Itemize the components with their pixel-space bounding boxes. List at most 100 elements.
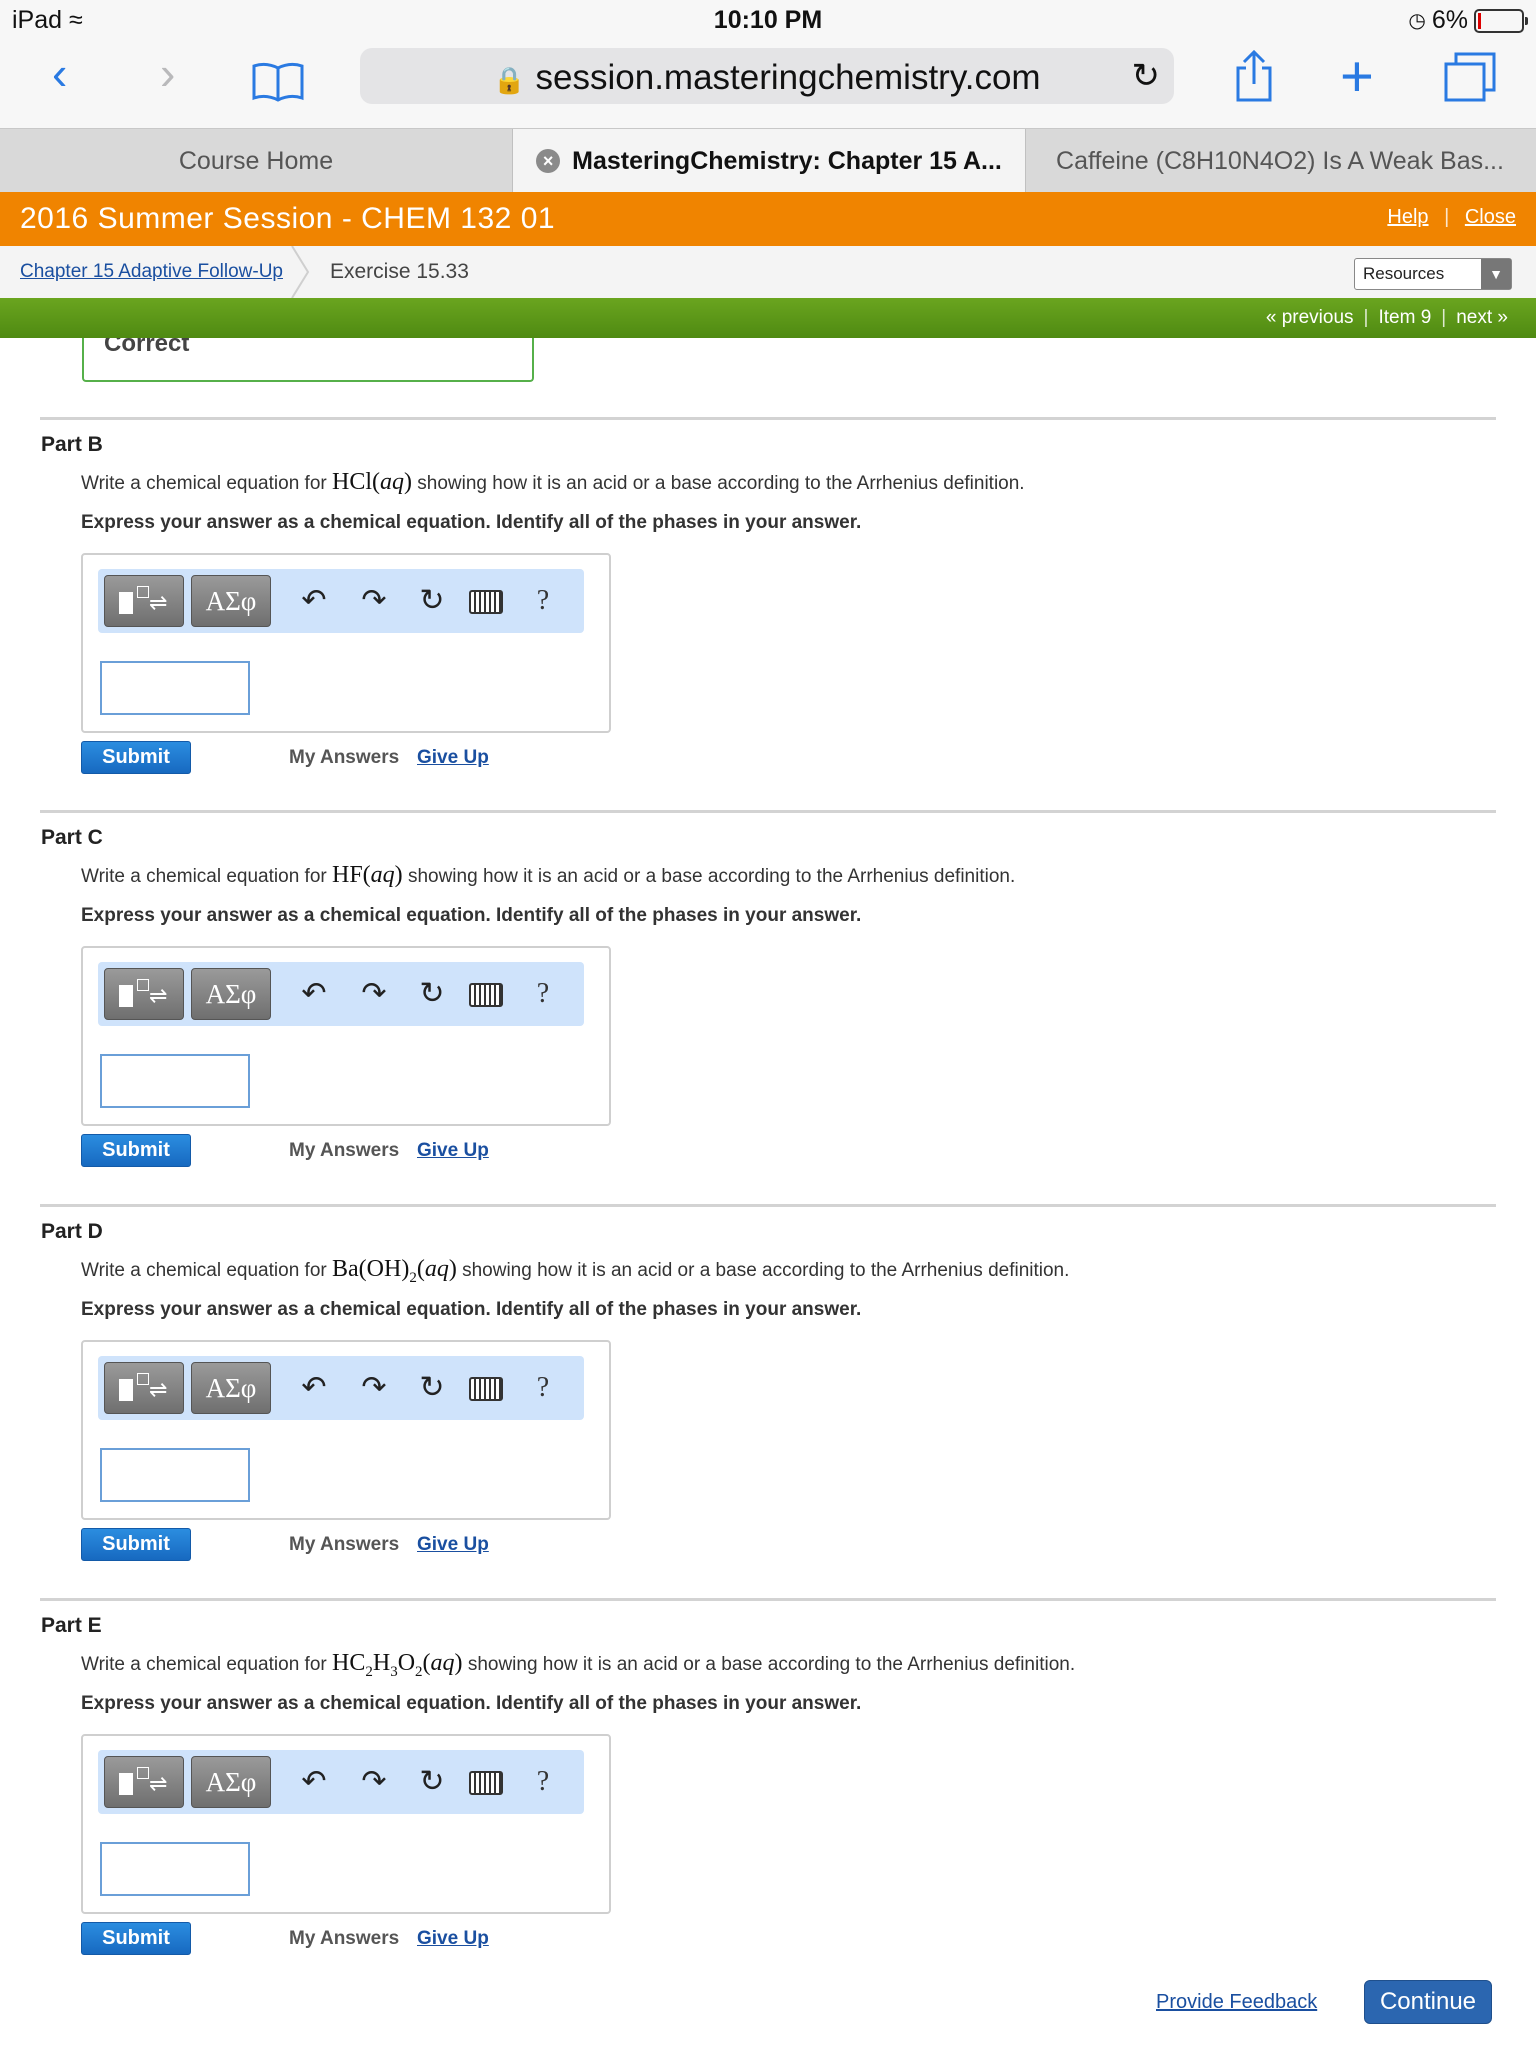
item-indicator: Item 9	[1378, 307, 1432, 328]
new-tab-icon[interactable]: +	[1340, 48, 1374, 106]
answer-box: ⇌ ΑΣφ ↶ ↷ ↻ ?	[81, 1340, 611, 1520]
answer-input[interactable]	[100, 1054, 250, 1108]
part-e: Part E Write a chemical equation for HC2…	[40, 1598, 1496, 1998]
answer-input[interactable]	[100, 1842, 250, 1896]
keyboard-icon[interactable]	[469, 983, 503, 1007]
keyboard-icon[interactable]	[469, 1771, 503, 1795]
breadcrumb-assignment-link[interactable]: Chapter 15 Adaptive Follow-Up	[20, 261, 283, 283]
chevron-down-icon: ▼	[1481, 259, 1511, 289]
keyboard-icon[interactable]	[469, 1377, 503, 1401]
divider	[40, 810, 1496, 813]
instruction-text: Express your answer as a chemical equati…	[81, 512, 862, 533]
keyboard-icon[interactable]	[469, 590, 503, 614]
formula: HC2H3O2(aq)	[332, 1650, 463, 1680]
help-link[interactable]: Help	[1387, 206, 1428, 228]
reset-icon[interactable]: ↻	[412, 1368, 452, 1408]
answer-box: ⇌ ΑΣφ ↶ ↷ ↻ ?	[81, 1734, 611, 1914]
undo-icon[interactable]: ↶	[294, 1762, 334, 1802]
undo-icon[interactable]: ↶	[294, 581, 334, 621]
formula: Ba(OH)2(aq)	[332, 1256, 457, 1286]
clock: 10:10 PM	[713, 6, 823, 34]
part-c: Part C Write a chemical equation for HF(…	[40, 810, 1496, 1210]
redo-icon[interactable]: ↷	[354, 1368, 394, 1408]
redo-icon[interactable]: ↷	[354, 974, 394, 1014]
help-icon[interactable]: ?	[523, 1762, 563, 1802]
my-answers-label[interactable]: My Answers	[289, 1140, 399, 1162]
symbols-button[interactable]: ΑΣφ	[191, 1362, 271, 1414]
undo-icon[interactable]: ↶	[294, 1368, 334, 1408]
next-link[interactable]: next »	[1446, 307, 1518, 328]
tab-mastering-chemistry[interactable]: × MasteringChemistry: Chapter 15 A...	[512, 129, 1026, 193]
help-icon[interactable]: ?	[523, 581, 563, 621]
tab-caffeine[interactable]: Caffeine (C8H10N4O2) Is A Weak Bas...	[1024, 129, 1536, 193]
back-icon[interactable]: ‹	[52, 50, 67, 96]
help-icon[interactable]: ?	[523, 974, 563, 1014]
part-title: Part D	[41, 1220, 103, 1243]
templates-button[interactable]: ⇌	[104, 968, 184, 1020]
question-text: Write a chemical equation for HC2H3O2(aq…	[81, 1650, 1076, 1680]
my-answers-label[interactable]: My Answers	[289, 1928, 399, 1950]
give-up-link[interactable]: Give Up	[417, 747, 489, 769]
battery-icon	[1474, 8, 1528, 33]
give-up-link[interactable]: Give Up	[417, 1928, 489, 1950]
close-link[interactable]: Close	[1465, 206, 1516, 228]
instruction-text: Express your answer as a chemical equati…	[81, 1693, 862, 1714]
address-bar[interactable]: 🔒 session.masteringchemistry.com ↻	[360, 48, 1174, 104]
undo-icon[interactable]: ↶	[294, 974, 334, 1014]
symbols-button[interactable]: ΑΣφ	[191, 968, 271, 1020]
part-title: Part C	[41, 826, 103, 849]
submit-button[interactable]: Submit	[81, 1134, 191, 1167]
equation-toolbar: ⇌ ΑΣφ ↶ ↷ ↻ ?	[98, 1356, 584, 1420]
lock-icon: 🔒	[493, 65, 526, 95]
correct-label: Correct	[104, 338, 190, 357]
redo-icon[interactable]: ↷	[354, 1762, 394, 1802]
provide-feedback-link[interactable]: Provide Feedback	[1156, 1991, 1317, 2014]
question-text: Write a chemical equation for HF(aq) sho…	[81, 862, 1016, 888]
close-tab-icon[interactable]: ×	[536, 149, 561, 173]
symbols-button[interactable]: ΑΣφ	[191, 1756, 271, 1808]
formula: HF(aq)	[332, 862, 403, 888]
bookmarks-icon[interactable]	[252, 62, 304, 102]
symbols-button[interactable]: ΑΣφ	[191, 575, 271, 627]
part-title: Part B	[41, 433, 103, 456]
tabs-icon[interactable]	[1444, 52, 1496, 102]
breadcrumb-chevron-icon	[291, 246, 310, 298]
answer-input[interactable]	[100, 1448, 250, 1502]
correct-feedback-box: Correct	[82, 338, 534, 382]
redo-icon[interactable]: ↷	[354, 581, 394, 621]
alarm-icon: ◷	[1408, 10, 1426, 32]
my-answers-label[interactable]: My Answers	[289, 1534, 399, 1556]
give-up-link[interactable]: Give Up	[417, 1534, 489, 1556]
reset-icon[interactable]: ↻	[412, 581, 452, 621]
part-title: Part E	[41, 1614, 102, 1637]
equation-toolbar: ⇌ ΑΣφ ↶ ↷ ↻ ?	[98, 1750, 584, 1814]
help-icon[interactable]: ?	[523, 1368, 563, 1408]
answer-input[interactable]	[100, 661, 250, 715]
question-text: Write a chemical equation for HCl(aq) sh…	[81, 469, 1025, 495]
tab-course-home[interactable]: Course Home	[0, 129, 512, 193]
submit-button[interactable]: Submit	[81, 1922, 191, 1955]
my-answers-label[interactable]: My Answers	[289, 747, 399, 769]
battery-area: ◷ 6%	[1408, 6, 1528, 35]
templates-button[interactable]: ⇌	[104, 1362, 184, 1414]
continue-button[interactable]: Continue	[1364, 1980, 1492, 2024]
share-icon[interactable]	[1234, 49, 1274, 102]
give-up-link[interactable]: Give Up	[417, 1140, 489, 1162]
instruction-text: Express your answer as a chemical equati…	[81, 905, 862, 926]
previous-link[interactable]: « previous	[1256, 307, 1364, 328]
equation-toolbar: ⇌ ΑΣφ ↶ ↷ ↻ ?	[98, 962, 584, 1026]
header-links: Help | Close	[1387, 206, 1516, 228]
reset-icon[interactable]: ↻	[412, 1762, 452, 1802]
templates-button[interactable]: ⇌	[104, 1756, 184, 1808]
url-text: session.masteringchemistry.com	[535, 58, 1041, 97]
reload-icon[interactable]: ↻	[1132, 56, 1161, 96]
breadcrumb-exercise: Exercise 15.33	[330, 260, 469, 283]
resources-dropdown[interactable]: Resources ▼	[1354, 258, 1512, 290]
submit-button[interactable]: Submit	[81, 741, 191, 774]
part-d: Part D Write a chemical equation for Ba(…	[40, 1204, 1496, 1604]
forward-icon[interactable]: ›	[160, 50, 175, 96]
submit-button[interactable]: Submit	[81, 1528, 191, 1561]
question-text: Write a chemical equation for Ba(OH)2(aq…	[81, 1256, 1070, 1286]
templates-button[interactable]: ⇌	[104, 575, 184, 627]
reset-icon[interactable]: ↻	[412, 974, 452, 1014]
